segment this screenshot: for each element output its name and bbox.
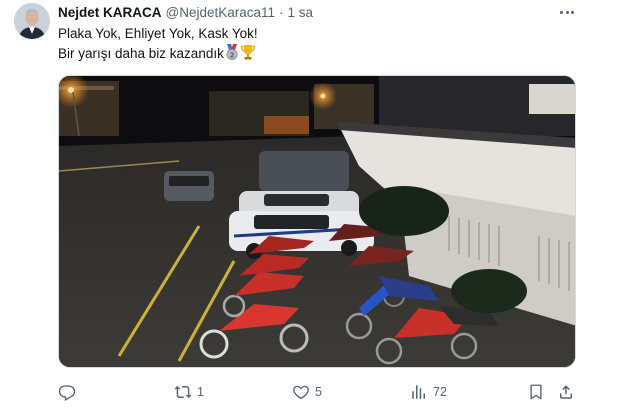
more-dot (560, 10, 564, 14)
heart-icon (293, 385, 309, 400)
views-button[interactable]: 72 (410, 380, 447, 404)
tweet-actions: 1 5 72 (0, 380, 625, 404)
retweet-count: 1 (197, 385, 204, 399)
like-count: 5 (315, 385, 322, 399)
tweet[interactable]: Nejdet KARACA @NejdetKaraca11 · 1 sa Pla… (0, 0, 625, 419)
2nd-place-medal-icon: 2 (225, 44, 239, 65)
like-button[interactable]: 5 (292, 380, 322, 404)
tweet-text-line-2-text: Bir yarışı daha biz kazandık (58, 46, 224, 61)
share-button[interactable] (557, 380, 575, 404)
timestamp[interactable]: 1 sa (288, 4, 314, 22)
more-options-button[interactable] (556, 3, 578, 21)
avatar-image (14, 3, 50, 39)
share-icon (560, 385, 572, 399)
svg-text:2: 2 (229, 51, 234, 59)
retweet-icon (174, 385, 192, 399)
retweet-button[interactable]: 1 (174, 380, 204, 404)
separator-dot: · (279, 5, 284, 20)
bookmark-button[interactable] (527, 380, 545, 404)
tweet-media-image[interactable] (58, 75, 576, 368)
reply-button[interactable] (58, 380, 81, 404)
views-chart-icon (412, 385, 425, 399)
avatar[interactable] (14, 3, 50, 39)
views-count: 72 (433, 385, 447, 399)
more-dot (565, 10, 569, 14)
night-parking-lot-photo (59, 76, 575, 367)
bookmark-icon (530, 384, 542, 400)
tweet-text-line-1: Plaka Yok, Ehliyet Yok, Kask Yok! (58, 26, 258, 41)
reply-icon (58, 385, 76, 401)
handle[interactable]: @NejdetKaraca11 (166, 4, 276, 22)
more-dot (570, 10, 574, 14)
tweet-header: Nejdet KARACA @NejdetKaraca11 · 1 sa (58, 4, 313, 22)
display-name[interactable]: Nejdet KARACA (58, 4, 162, 22)
tweet-text-line-2: Bir yarışı daha biz kazandık 2 (58, 44, 256, 65)
trophy-icon (240, 44, 256, 65)
